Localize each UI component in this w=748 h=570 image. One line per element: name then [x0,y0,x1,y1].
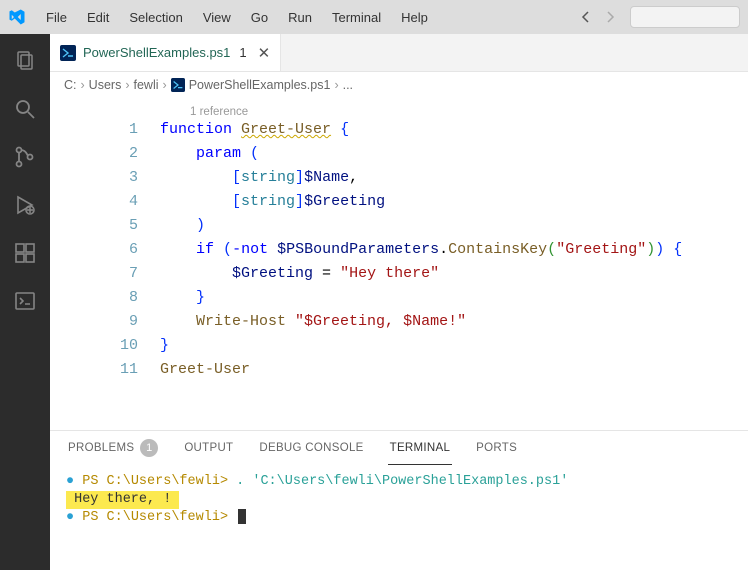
nav-back-icon[interactable] [574,6,598,28]
explorer-icon[interactable] [12,48,38,74]
terminal-highlighted-output: Hey there, ! [66,491,179,509]
line-number-gutter: 1 2 3 4 5 6 7 8 9 10 11 [50,118,160,382]
menu-run[interactable]: Run [278,10,322,25]
chevron-right-icon: › [125,78,129,92]
breadcrumb-drive[interactable]: C: [64,78,77,92]
nav-forward-icon[interactable] [598,6,622,28]
source-control-icon[interactable] [12,144,38,170]
editor-tab-bar: PowerShellExamples.ps1 1 ✕ [50,34,748,72]
panel-tab-ports[interactable]: PORTS [474,431,519,465]
menu-terminal[interactable]: Terminal [322,10,391,25]
tab-close-icon[interactable]: ✕ [254,44,271,62]
menu-file[interactable]: File [36,10,77,25]
powershell-file-icon [60,45,76,61]
code-lines[interactable]: function Greet-User { param ( [string]$N… [160,118,748,382]
run-debug-icon[interactable] [12,192,38,218]
breadcrumb-user[interactable]: fewli [134,78,159,92]
menu-selection[interactable]: Selection [119,10,192,25]
menu-bar: File Edit Selection View Go Run Terminal… [0,0,748,34]
menu-view[interactable]: View [193,10,241,25]
panel-tab-terminal[interactable]: TERMINAL [388,431,453,465]
chevron-right-icon: › [81,78,85,92]
tab-dirty-indicator: 1 [237,45,246,60]
panel-tab-bar: PROBLEMS 1 OUTPUT DEBUG CONSOLE TERMINAL… [50,431,748,465]
terminal-cursor [238,509,246,524]
terminal-panel-icon[interactable] [12,288,38,314]
editor-content[interactable]: 1 reference 1 2 3 4 5 6 7 8 9 10 11 func… [50,98,748,430]
panel-tab-problems[interactable]: PROBLEMS 1 [66,431,160,465]
tab-filename: PowerShellExamples.ps1 [83,45,230,60]
breadcrumb-ellipsis[interactable]: ... [343,78,353,92]
extensions-icon[interactable] [12,240,38,266]
chevron-right-icon: › [163,78,167,92]
breadcrumb[interactable]: C: › Users › fewli › PowerShellExamples.… [50,72,748,98]
terminal-content[interactable]: ● PS C:\Users\fewli> . 'C:\Users\fewli\P… [50,465,748,570]
menu-help[interactable]: Help [391,10,438,25]
menu-edit[interactable]: Edit [77,10,119,25]
panel-tab-output[interactable]: OUTPUT [182,431,235,465]
activity-bar [0,34,50,570]
panel-tab-debug-console[interactable]: DEBUG CONSOLE [257,431,365,465]
vscode-logo-icon [8,8,26,26]
editor-tab[interactable]: PowerShellExamples.ps1 1 ✕ [50,34,281,71]
menu-go[interactable]: Go [241,10,278,25]
codelens-references[interactable]: 1 reference [190,100,248,124]
breadcrumb-users[interactable]: Users [89,78,122,92]
bottom-panel: PROBLEMS 1 OUTPUT DEBUG CONSOLE TERMINAL… [50,430,748,570]
search-icon[interactable] [12,96,38,122]
breadcrumb-file[interactable]: PowerShellExamples.ps1 [171,78,331,92]
command-center-search[interactable] [630,6,740,28]
chevron-right-icon: › [334,78,338,92]
problems-count-badge: 1 [140,439,158,457]
